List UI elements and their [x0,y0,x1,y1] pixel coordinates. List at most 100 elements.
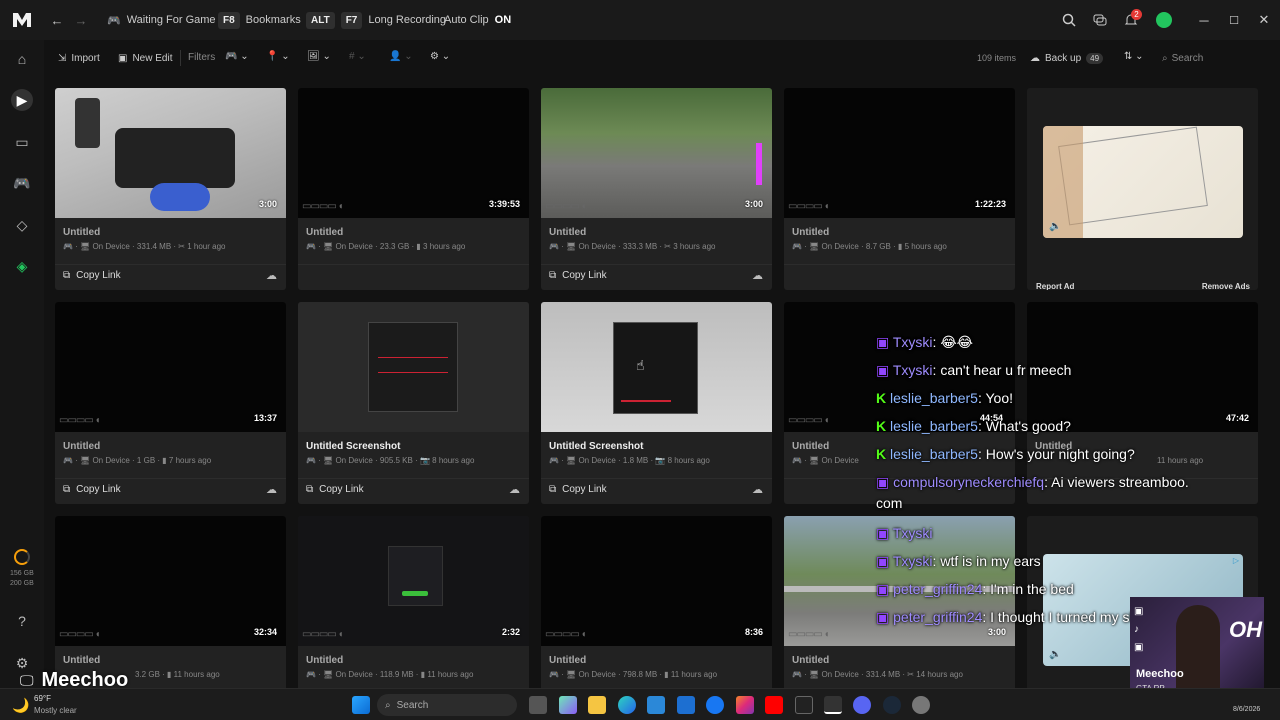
new-edit-button[interactable]: ▣ New Edit [118,40,172,76]
mouse-cursor-icon: ☝ [636,357,645,373]
help-icon[interactable]: ? [11,610,33,632]
chat-message: K leslie_barber5: Yoo! [876,390,1014,406]
folder-icon[interactable]: ▭ [11,131,33,153]
thumbnail[interactable]: ▭▭▭▭ ◖ 13:37 [55,302,286,432]
store-icon[interactable] [647,696,665,714]
discord-icon[interactable] [853,696,871,714]
back-icon[interactable]: ← [46,9,68,31]
upload-cloud-icon[interactable]: ☁ [752,269,763,282]
copy-link-button[interactable]: ⧉ Copy Link [63,484,121,495]
filter-media-dropdown[interactable]: 🖼 ⌄ [307,51,331,62]
media-card[interactable]: ▭▭▭▭ ◖ 3:00 Untitled 🎮 · 🖥 On Device · 3… [541,88,772,290]
filter-settings-dropdown[interactable]: ⚙ ⌄ [430,51,450,62]
upload-cloud-icon[interactable]: ☁ [509,483,520,496]
thumbnail[interactable]: ▭▭▭▭ ◖ 32:34 [55,516,286,646]
clips-icon[interactable]: ▶ [11,89,33,111]
media-card[interactable]: ☝ Untitled Screenshot 🎮 · 🖥 On Device · … [541,302,772,504]
import-button[interactable]: ⇲ Import [58,40,100,76]
report-ad-link[interactable]: Report Ad [1036,282,1074,290]
thumbnail[interactable]: ▭▭▭▭ ◖ 3:00 [541,88,772,218]
settings-app-icon[interactable] [912,696,930,714]
search-icon[interactable] [1058,9,1080,31]
bookmarks-shortcut[interactable]: F8 Bookmarks [218,0,301,40]
upload-cloud-icon[interactable]: ☁ [266,483,277,496]
card-footer: ⧉ Copy Link ☁ [541,478,772,504]
duration-label: 8:36 [744,627,763,637]
instagram-icon[interactable] [736,696,754,714]
thumbnail[interactable] [298,302,529,432]
chat-username: Txyski [892,334,933,350]
filter-user-dropdown[interactable]: 👤 ⌄ [389,51,413,62]
keyboard-mouse-icon: ▭▭▭▭ ◖ [545,201,587,212]
media-card[interactable]: ▭▭▭▭ ◖ 3:39:53 Untitled 🎮 · 🖥 On Device … [298,88,529,290]
chat-text: How's your night going? [985,446,1135,462]
media-card[interactable]: 3:00 Untitled 🎮 · 🖥 On Device · 331.4 MB… [55,88,286,290]
thumbnail[interactable]: 3:00 [55,88,286,218]
sort-dropdown[interactable]: ⇅ ⌄ [1124,51,1144,62]
copilot-icon[interactable] [559,696,577,714]
gem-icon[interactable]: ◇ [11,214,33,236]
medal-app-icon[interactable] [824,696,842,714]
alt-key: ALT [306,11,335,29]
thumbnail[interactable]: ▭▭▭▭ ◖ 1:22:23 [784,88,1015,218]
filter-tag-dropdown[interactable]: # ⌄ [349,51,366,62]
app-logo[interactable] [12,11,32,29]
chat-username: leslie_barber5 [890,390,978,406]
steam-icon[interactable] [883,696,901,714]
thumbnail[interactable]: ▭▭▭▭ ◖ 2:32 [298,516,529,646]
upload-cloud-icon[interactable]: ☁ [266,269,277,282]
file-explorer-icon[interactable] [588,696,606,714]
search-placeholder: Search [1171,52,1204,64]
twitch-icon: ▣ [876,334,890,350]
chat-bubbles-icon[interactable] [1089,9,1111,31]
thumbnail[interactable]: ▭▭▭▭ ◖ 8:36 [541,516,772,646]
filter-location-dropdown[interactable]: 📍 ⌄ [266,51,290,62]
media-card[interactable]: ▭▭▭▭ ◖ 1:22:23 Untitled 🎮 · 🖥 On Device … [784,88,1015,290]
card-meta: 🎮 · 🖥 On Device · 23.3 GB · ▮ 3 hours ag… [306,242,466,251]
media-card[interactable]: ▭▭▭▭ ◖ 13:37 Untitled 🎮 · 🖥 On Device · … [55,302,286,504]
media-card[interactable]: Untitled Screenshot 🎮 · 🖥 On Device · 90… [298,302,529,504]
youtube-icon[interactable] [765,696,783,714]
taskbar-date: 8/6/2026 [1233,706,1261,713]
maximize-icon[interactable]: ☐ [1223,9,1245,31]
copy-link-button[interactable]: ⧉ Copy Link [549,270,607,281]
edge-browser-icon[interactable] [618,696,636,714]
upload-cloud-icon[interactable]: ☁ [752,483,763,496]
ai-app-icon[interactable] [795,696,813,714]
taskbar-search[interactable]: ⌕ Search [377,694,517,716]
auto-clip-toggle[interactable]: Auto Clip ON [444,0,511,40]
copy-link-button[interactable]: ⧉ Copy Link [549,484,607,495]
search-input[interactable]: ⌕ Search [1162,49,1272,67]
thumbnail[interactable]: ☝ [541,302,772,432]
mute-icon[interactable]: 🔈 [1049,221,1061,232]
backup-button[interactable]: ☁ Back up 49 [1030,40,1104,76]
long-recording-shortcut[interactable]: ALT F7 Long Recording [306,0,446,40]
copy-link-button[interactable]: ⧉ Copy Link [63,270,121,281]
controller-icon[interactable]: 🎮 [11,172,33,194]
chat-text: can't hear u fr meech [940,362,1072,378]
home-icon[interactable]: ⌂ [11,48,33,70]
filter-game-dropdown[interactable]: 🎮 ⌄ [225,51,249,62]
mail-icon[interactable] [677,696,695,714]
forward-icon[interactable]: → [70,9,92,31]
thumbnail[interactable]: ▭▭▭▭ ◖ 3:39:53 [298,88,529,218]
start-windows-icon[interactable] [352,696,370,714]
copy-link-button[interactable]: ⧉ Copy Link [306,484,364,495]
weather-icon[interactable]: 🌙 [12,697,29,714]
close-icon[interactable]: ✕ [1253,9,1275,31]
remove-ads-link[interactable]: Remove Ads [1202,282,1250,290]
card-meta: 🎮 · 🖥 On Device · 8.7 GB · ▮ 5 hours ago [792,242,947,251]
task-view-icon[interactable] [529,696,547,714]
premium-diamond-icon[interactable]: ◈ [11,255,33,277]
temperature: 69°F [34,694,51,703]
f7-key: F7 [340,11,363,29]
game-status[interactable]: 🎮 Waiting For Game [107,0,216,40]
mute-icon[interactable]: 🔈 [1049,649,1061,660]
webcam-overlay: ▣♪▣ Meechoo GTA RP OH [1130,597,1264,701]
ad-image[interactable]: 🔈 [1043,126,1243,238]
facebook-icon[interactable] [706,696,724,714]
profile-avatar[interactable] [1156,12,1172,28]
minimize-icon[interactable]: ─ [1193,9,1215,31]
card-footer: ⧉ Copy Link ☁ [541,264,772,290]
card-meta: 🎮 · 🖥 On Device · 905.5 KB · 📷 8 hours a… [306,456,475,465]
